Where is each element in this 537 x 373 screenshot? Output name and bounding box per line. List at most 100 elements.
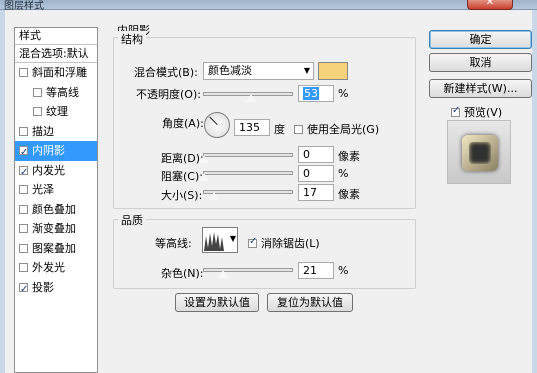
noise-value: 21 [303,264,317,277]
distance-unit: 像素 [338,150,360,163]
style-item-label: 渐变叠加 [32,222,76,235]
structure-legend: 结构 [118,31,146,47]
antialias-box[interactable] [248,236,257,248]
angle-dial[interactable] [204,112,230,138]
preview-inner [469,142,491,164]
style-item[interactable]: 纹理 [15,102,97,122]
style-checkbox[interactable] [19,204,28,214]
style-checkbox[interactable] [19,243,28,253]
style-item[interactable]: 内发光 [15,161,97,182]
angle-value: 135 [239,121,260,134]
distance-value: 0 [303,148,310,161]
size-slider-thumb[interactable] [208,191,220,201]
styles-list: 样式 混合选项:默认 斜面和浮雕等高线纹理描边内阴影内发光光泽颜色叠加渐变叠加图… [14,27,98,373]
contour-preview-icon [204,232,224,251]
distance-input[interactable]: 0 [298,146,334,163]
cancel-button[interactable]: 取消 [429,53,532,72]
style-checkbox[interactable] [19,126,28,136]
blend-mode-label: 混合模式(B): [134,66,198,79]
style-item-label: 图案叠加 [32,241,76,255]
angle-label: 角度(A): [162,117,204,130]
style-item[interactable]: 颜色叠加 [15,200,97,220]
new-style-button[interactable]: 新建样式(W)... [429,79,532,98]
style-checkbox[interactable] [19,224,28,233]
global-light-box[interactable] [294,125,303,134]
style-checkbox[interactable] [33,87,42,97]
style-item-label: 斜面和浮雕 [32,66,87,79]
style-item-label: 投影 [32,280,54,294]
size-unit: 像素 [338,188,360,201]
reset-default-button[interactable]: 复位为默认值 [267,293,353,312]
noise-input[interactable]: 21 [298,262,334,279]
global-light-label: 使用全局光(G) [307,123,380,136]
styles-header[interactable]: 样式 [15,28,97,45]
size-value: 17 [303,186,317,199]
style-checkbox[interactable] [33,107,42,116]
size-label: 大小(S): [161,189,203,202]
choke-value: 0 [303,167,310,180]
style-item-label: 内发光 [32,163,65,177]
quality-group [113,219,416,289]
chevron-down-icon: ▼ [303,66,310,75]
choke-input[interactable]: 0 [298,165,334,182]
antialias-label: 消除锯齿(L) [261,237,320,250]
choke-slider-thumb[interactable] [198,172,210,182]
blend-options-item[interactable]: 混合选项:默认 [15,45,97,63]
size-input[interactable]: 17 [298,184,334,201]
noise-unit: % [338,264,349,277]
close-button[interactable]: ✕ [467,0,513,10]
distance-slider-track[interactable] [203,153,293,157]
blend-mode-select[interactable]: 颜色减淡 ▼ [203,62,314,80]
preview-label: 预览(V) [464,106,503,119]
style-item[interactable]: 描边 [15,122,97,142]
style-preview-thumbnail [447,120,511,184]
style-checkbox[interactable] [19,280,28,299]
contour-label: 等高线: [155,237,192,250]
style-item[interactable]: 外发光 [15,258,97,278]
layer-style-dialog: 样式 混合选项:默认 斜面和浮雕等高线纹理描边内阴影内发光光泽颜色叠加渐变叠加图… [0,10,537,373]
style-item[interactable]: 渐变叠加 [15,219,97,239]
style-item-label: 光泽 [32,183,54,196]
preview-box[interactable] [451,105,460,117]
opacity-input[interactable]: 53 [298,85,334,102]
style-item-label: 外发光 [32,261,65,274]
contour-picker[interactable]: ▼ [202,227,238,253]
opacity-slider-thumb[interactable] [244,93,257,103]
style-checkbox[interactable] [19,143,28,162]
choke-label: 阻塞(C): [161,170,203,183]
preview-checkbox[interactable]: 预览(V) [451,104,502,120]
noise-slider-thumb[interactable] [217,269,229,279]
opacity-value: 53 [303,87,319,100]
opacity-unit: % [338,87,349,100]
style-item[interactable]: 等高线 [15,83,97,103]
style-checkbox[interactable] [19,263,28,272]
choke-slider-track[interactable] [203,171,293,175]
close-icon: ✕ [485,0,495,8]
style-item-label: 等高线 [46,85,79,99]
distance-label: 距离(D): [161,152,204,165]
style-item[interactable]: 斜面和浮雕 [15,63,97,83]
style-item[interactable]: 内阴影 [15,141,97,162]
noise-slider-track[interactable] [203,268,293,272]
preview-shape [462,135,498,171]
antialias-checkbox[interactable]: 消除锯齿(L) [248,235,320,251]
global-light-checkbox[interactable]: 使用全局光(G) [294,121,379,137]
color-swatch[interactable] [318,62,348,80]
style-checkbox[interactable] [19,68,28,77]
angle-needle [209,116,218,125]
style-item[interactable]: 光泽 [15,180,97,200]
angle-unit: 度 [274,123,285,136]
style-checkbox[interactable] [19,185,28,194]
style-checkbox[interactable] [19,163,28,182]
blend-mode-value: 颜色减淡 [208,64,252,77]
style-item[interactable]: 图案叠加 [15,239,97,259]
angle-input[interactable]: 135 [234,119,270,136]
style-item[interactable]: 投影 [15,278,97,299]
make-default-button[interactable]: 设置为默认值 [175,293,259,312]
title-bar: 图层样式 ✕ [0,0,537,12]
chevron-down-icon: ▼ [229,234,236,243]
noise-label: 杂色(N): [161,267,204,280]
distance-slider-thumb[interactable] [198,154,210,164]
ok-button[interactable]: 确定 [429,30,532,49]
style-item-label: 内阴影 [32,144,65,157]
